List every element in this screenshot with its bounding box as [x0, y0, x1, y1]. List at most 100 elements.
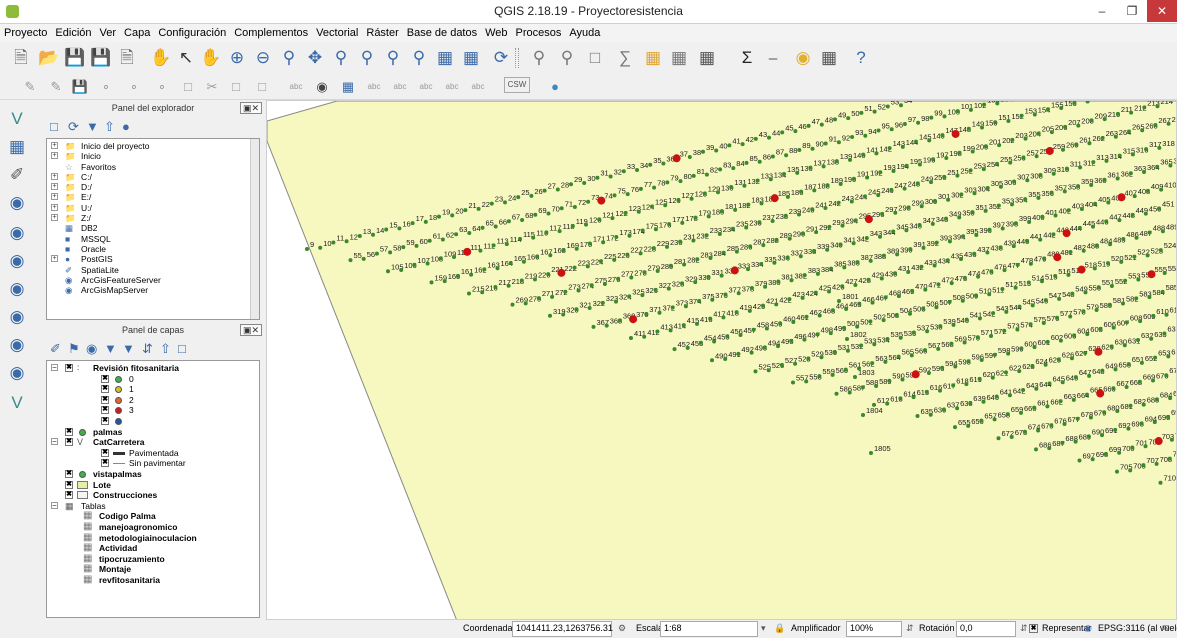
palm-point[interactable]: [1129, 110, 1134, 115]
palm-point[interactable]: [682, 262, 687, 267]
palm-point[interactable]: [1168, 396, 1173, 401]
palm-point[interactable]: [1117, 450, 1122, 455]
palm-point[interactable]: [516, 195, 521, 200]
palm-point[interactable]: [427, 238, 432, 243]
palm-point[interactable]: [1010, 202, 1014, 207]
palm-point[interactable]: [1167, 456, 1172, 461]
palm-point[interactable]: [761, 303, 765, 308]
palm-point[interactable]: [1062, 422, 1067, 427]
palm-point[interactable]: [840, 223, 845, 228]
browser-item[interactable]: + 📁 D:/: [47, 182, 259, 192]
palm-point[interactable]: [1115, 469, 1119, 474]
collapse-icon[interactable]: –: [51, 438, 58, 446]
browser-item[interactable]: ▦ DB2: [47, 223, 259, 233]
zoom-in-icon[interactable]: ⊕: [226, 47, 248, 69]
palm-point[interactable]: [983, 208, 988, 213]
palm-point[interactable]: [454, 232, 459, 237]
palm-point[interactable]: [851, 176, 856, 181]
palm-point[interactable]: [906, 270, 911, 274]
add-group-icon[interactable]: ⚑: [68, 341, 80, 357]
palm-point[interactable]: [1028, 261, 1033, 266]
palm-point[interactable]: [723, 357, 728, 362]
palm-point[interactable]: [821, 164, 826, 169]
palm-point[interactable]: [604, 323, 609, 328]
palm-point[interactable]: [1138, 319, 1143, 324]
palm-point[interactable]: [855, 324, 860, 329]
browser-item[interactable]: ◉ ArcGisMapServer: [47, 285, 259, 295]
palm-point[interactable]: [874, 151, 879, 156]
palm-point[interactable]: [1022, 429, 1027, 434]
palm-point[interactable]: [710, 297, 715, 302]
filter-icon[interactable]: ▼: [86, 119, 99, 134]
palm-point[interactable]: [508, 260, 513, 265]
palm-point[interactable]: [1111, 325, 1116, 330]
palm-point[interactable]: [915, 181, 920, 186]
coordinate-field[interactable]: 1041411.23,1263756.31: [512, 621, 613, 637]
palm-point[interactable]: [1027, 219, 1032, 224]
palm-point[interactable]: [832, 349, 837, 354]
palm-point[interactable]: [919, 264, 924, 269]
palm-point[interactable]: [972, 251, 977, 256]
map-svg[interactable]: 9 10 11 12 13 14 15 16 17 18 19 20 21 22 23 24 25 26 27 28 2…: [267, 101, 1177, 620]
palm-point[interactable]: [725, 334, 730, 339]
palm-point[interactable]: [845, 337, 849, 341]
palm-point[interactable]: [714, 148, 719, 153]
palm-point[interactable]: [753, 136, 758, 141]
palm-point[interactable]: [834, 391, 839, 396]
palm-point[interactable]: [992, 417, 997, 422]
palm-point[interactable]: [478, 248, 483, 253]
palm-point[interactable]: [702, 191, 707, 196]
palm-point[interactable]: [979, 418, 984, 423]
palm-point[interactable]: [1145, 253, 1150, 258]
palm-point[interactable]: [1157, 145, 1162, 150]
palm-point[interactable]: [610, 216, 615, 221]
layer-item[interactable]: ▦ metodologiainoculacion: [47, 532, 259, 544]
palm-point[interactable]: [668, 328, 673, 333]
palm-point[interactable]: [795, 170, 800, 175]
palm-point[interactable]: [1042, 256, 1047, 261]
palm-point[interactable]: [928, 412, 933, 417]
palm-point[interactable]: [864, 236, 869, 241]
palm-point[interactable]: [981, 399, 986, 404]
layer-item[interactable]: ✖ Lote: [47, 480, 259, 491]
palm-point[interactable]: [1083, 290, 1088, 295]
palm-point[interactable]: [506, 283, 511, 288]
palm-point[interactable]: [1034, 154, 1039, 159]
palm-point[interactable]: [1117, 153, 1122, 158]
palm-point[interactable]: [759, 201, 764, 206]
palm-point[interactable]: [318, 245, 323, 250]
palm-point[interactable]: [945, 258, 950, 263]
palm-point[interactable]: [644, 311, 649, 316]
minimize-button[interactable]: –: [1087, 0, 1117, 22]
palm-point[interactable]: [1115, 111, 1120, 116]
palm-point[interactable]: [911, 395, 916, 400]
palm-point[interactable]: [1122, 343, 1127, 348]
palm-point[interactable]: [518, 236, 522, 241]
palm-point[interactable]: [759, 261, 764, 266]
palm-point[interactable]: [889, 127, 894, 132]
palm-point[interactable]: [1142, 169, 1146, 174]
palm-point[interactable]: [1058, 399, 1063, 404]
palm-point[interactable]: [680, 281, 684, 286]
palm-point[interactable]: [719, 209, 724, 214]
palm-point[interactable]: [1077, 225, 1082, 230]
palm-point[interactable]: [1002, 328, 1007, 333]
palm-point[interactable]: [670, 305, 675, 310]
palm-point[interactable]: [961, 234, 966, 239]
palm-point[interactable]: [655, 269, 660, 274]
layer-item[interactable]: – ✖ V CatCarretera: [47, 437, 259, 448]
palm-point[interactable]: [870, 300, 875, 305]
palm-point[interactable]: [919, 204, 924, 209]
palm-point[interactable]: [480, 225, 485, 230]
palm-point[interactable]: [940, 133, 945, 138]
palm-point[interactable]: [791, 380, 795, 385]
palm-point[interactable]: [860, 385, 865, 390]
palm-point[interactable]: [932, 263, 937, 268]
palm-point[interactable]: [787, 236, 792, 241]
palm-point[interactable]: [1070, 291, 1075, 296]
palm-point[interactable]: [766, 368, 771, 373]
palm-point[interactable]: [555, 187, 560, 192]
palm-point[interactable]: [751, 327, 756, 332]
palm-point[interactable]: [995, 161, 999, 166]
palm-point[interactable]: [1079, 207, 1084, 212]
